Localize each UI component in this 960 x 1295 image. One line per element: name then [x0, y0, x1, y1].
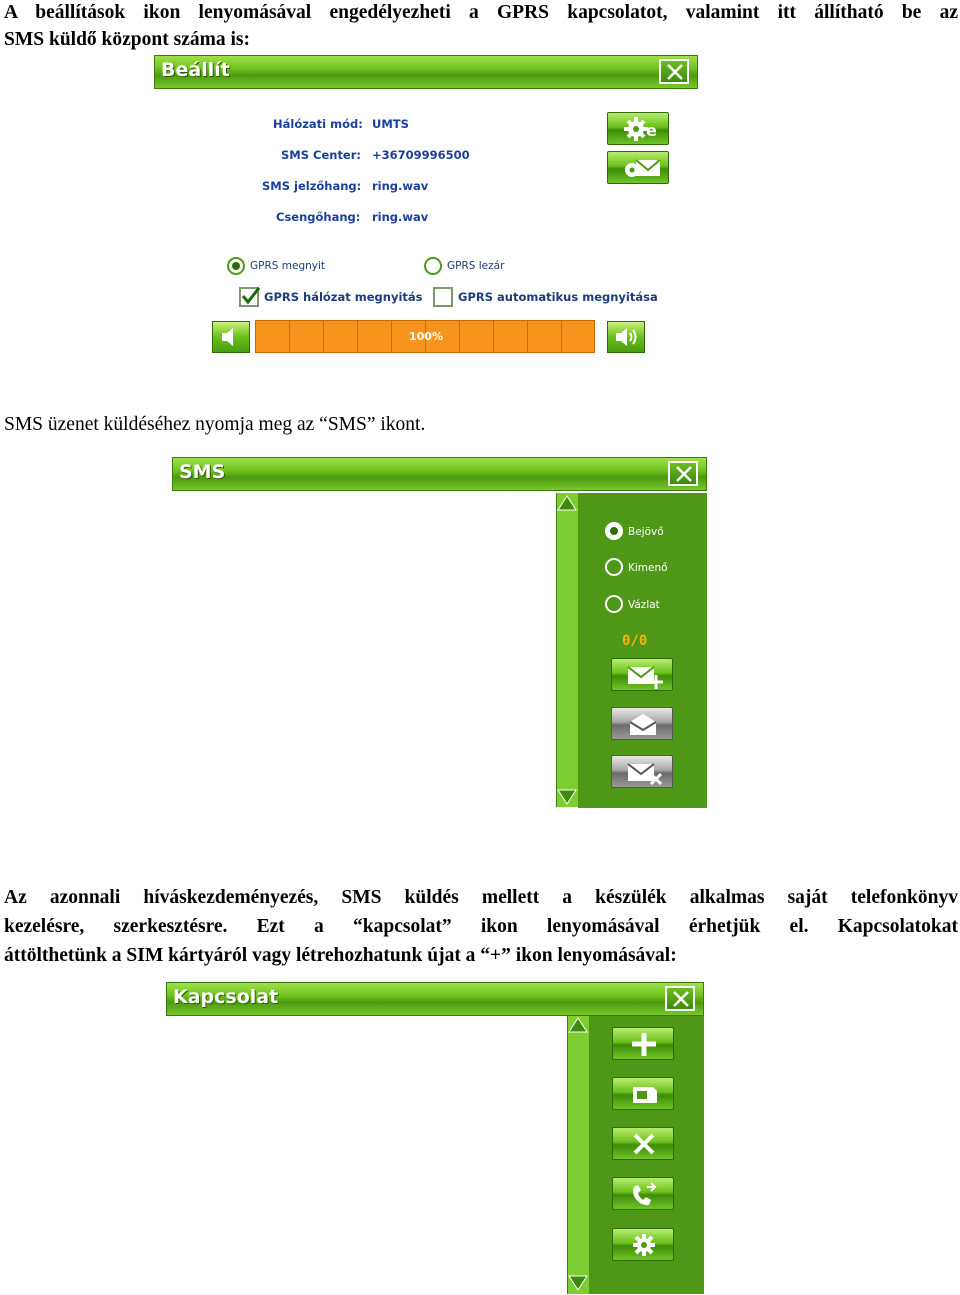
- contacts-paragraph-line1: Az azonnali híváskezdeményezés, SMS küld…: [4, 887, 958, 908]
- delete-contact-button[interactable]: [612, 1127, 674, 1160]
- volume-percent: 100%: [409, 330, 443, 343]
- sim-card-icon: [633, 1087, 657, 1103]
- speaker-low-icon: [222, 328, 233, 346]
- contact-settings-button[interactable]: [612, 1228, 674, 1261]
- sms-title: SMS: [179, 461, 226, 483]
- network-mode-label: Hálózati mód:: [273, 117, 363, 131]
- gprs-close-radio[interactable]: [424, 257, 442, 275]
- ringtone-label: Csengőhang:: [276, 210, 361, 224]
- sim-import-button[interactable]: [612, 1077, 674, 1110]
- delete-message-button[interactable]: [611, 755, 673, 788]
- volume-down-button[interactable]: [212, 321, 250, 353]
- open-message-button[interactable]: [611, 707, 673, 740]
- svg-text:e: e: [646, 121, 657, 140]
- outbox-label: Kimenő: [628, 562, 668, 574]
- inbox-radio[interactable]: [605, 522, 623, 540]
- sms-tone-value[interactable]: ring.wav: [372, 179, 428, 193]
- ringtone-value[interactable]: ring.wav: [372, 210, 428, 224]
- gear-settings-button[interactable]: e: [607, 112, 669, 145]
- call-contact-button[interactable]: [612, 1177, 674, 1210]
- contacts-titlebar: Kapcsolat: [166, 982, 704, 1016]
- contacts-paragraph-line3: áttölthetünk a SIM kártyáról vagy létreh…: [4, 945, 677, 966]
- sms-scrollbar[interactable]: [556, 493, 579, 807]
- inbox-label: Bejövő: [628, 526, 664, 538]
- contacts-title: Kapcsolat: [173, 986, 279, 1008]
- sms-settings-button[interactable]: [607, 151, 669, 184]
- call-icon: [633, 1182, 657, 1206]
- gprs-open-label: GPRS megnyit: [250, 260, 326, 272]
- intro-paragraph-line2: SMS küldő központ száma is:: [4, 29, 250, 50]
- gprs-network-checkbox[interactable]: [239, 287, 261, 307]
- speaker-high-icon: [616, 328, 637, 346]
- scroll-up-icon[interactable]: [568, 1016, 588, 1034]
- sms-center-label: SMS Center:: [281, 148, 362, 162]
- sms-center-value[interactable]: +36709996500: [372, 148, 470, 162]
- scroll-up-icon[interactable]: [557, 494, 577, 512]
- sms-close-button[interactable]: [668, 461, 698, 486]
- message-counter: 0/0: [622, 633, 648, 649]
- gprs-auto-checkbox[interactable]: [433, 287, 453, 307]
- contacts-close-button[interactable]: [665, 986, 695, 1011]
- volume-up-button[interactable]: [607, 321, 645, 353]
- volume-bar[interactable]: 100%: [255, 320, 595, 353]
- close-icon: [673, 991, 689, 1007]
- sms-tone-label: SMS jelzőhang:: [262, 179, 362, 193]
- gear-icon: e: [624, 117, 657, 141]
- scroll-down-icon[interactable]: [557, 788, 577, 806]
- draft-radio[interactable]: [605, 595, 623, 613]
- contacts-paragraph-line2: kezelésre, szerkesztésre. Ezt a “kapcsol…: [4, 916, 958, 937]
- plus-icon: [632, 1033, 656, 1056]
- new-message-button[interactable]: [611, 658, 673, 691]
- envelope-settings-icon: [625, 159, 661, 177]
- draft-label: Vázlat: [628, 599, 660, 611]
- intro-paragraph-line1: A beállítások ikon lenyomásával engedély…: [4, 2, 958, 23]
- gprs-close-label: GPRS lezár: [447, 260, 505, 272]
- close-icon: [667, 64, 683, 80]
- new-message-icon: [627, 666, 663, 689]
- gprs-open-radio[interactable]: [227, 257, 245, 275]
- settings-close-button[interactable]: [659, 59, 689, 84]
- delete-icon: [633, 1133, 655, 1155]
- network-mode-value[interactable]: UMTS: [372, 117, 409, 131]
- settings-icon: [633, 1234, 655, 1256]
- open-envelope-icon: [629, 714, 657, 735]
- sms-instruction: SMS üzenet küldéséhez nyomja meg az “SMS…: [4, 414, 426, 435]
- gprs-network-label: GPRS hálózat megnyitás: [264, 290, 423, 304]
- outbox-radio[interactable]: [605, 558, 623, 576]
- gprs-auto-label: GPRS automatikus megnyitása: [458, 290, 658, 304]
- settings-titlebar: Beállít: [154, 55, 698, 89]
- settings-title: Beállít: [161, 59, 230, 81]
- close-icon: [676, 466, 692, 482]
- delete-message-icon: [627, 763, 663, 786]
- checkmark-icon: [241, 287, 261, 305]
- sms-titlebar: SMS: [172, 457, 707, 491]
- contacts-scrollbar[interactable]: [567, 1016, 590, 1294]
- scroll-down-icon[interactable]: [568, 1274, 588, 1292]
- add-contact-button[interactable]: [612, 1027, 674, 1060]
